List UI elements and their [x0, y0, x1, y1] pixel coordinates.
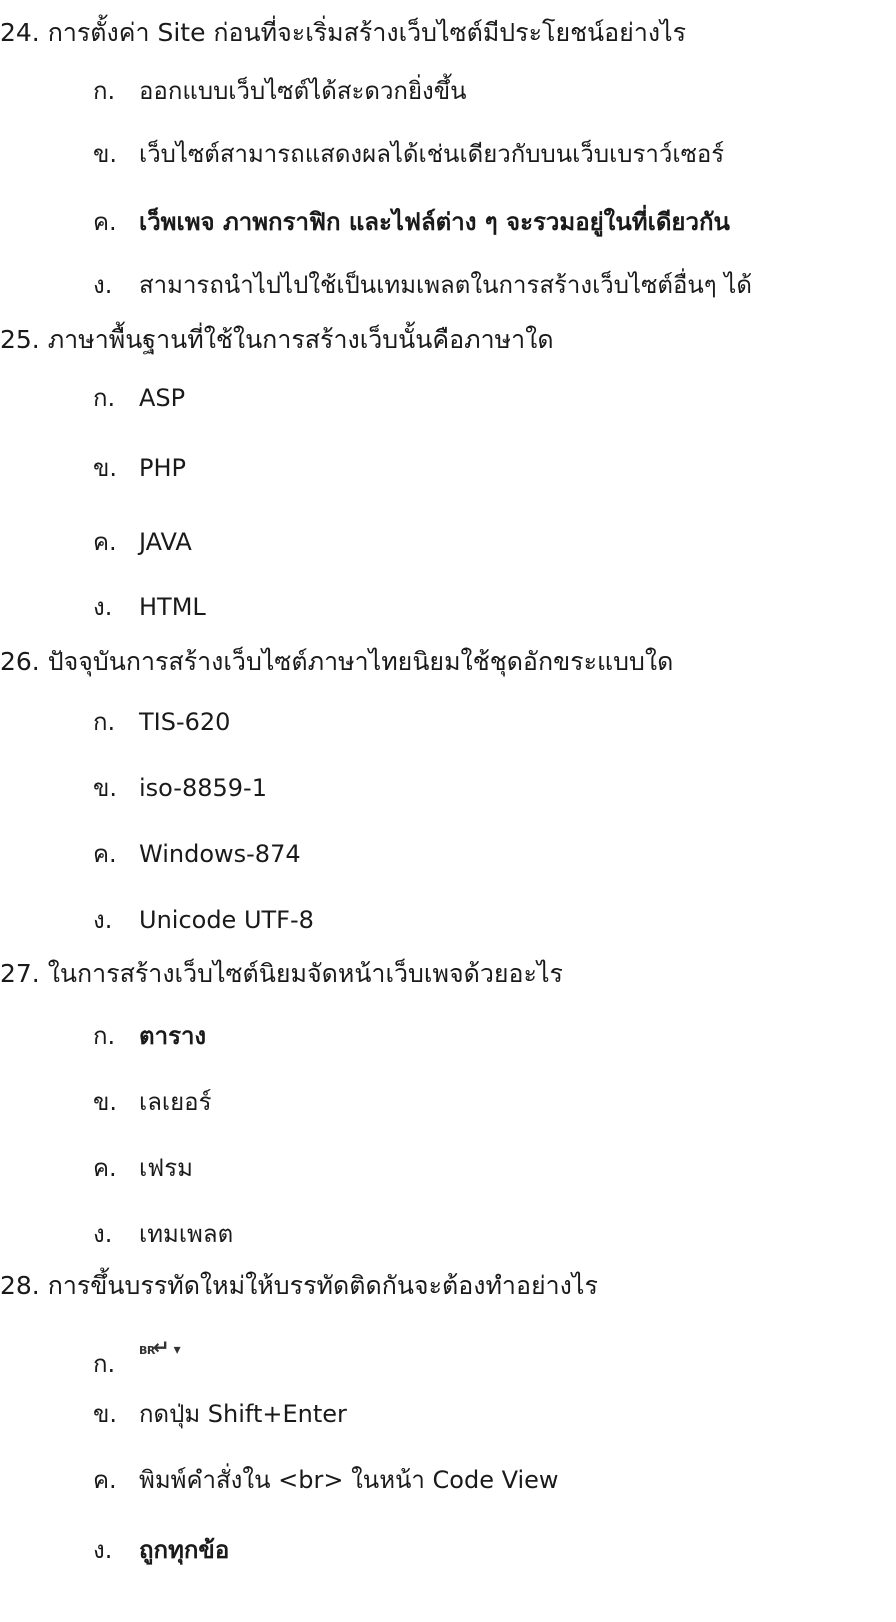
question-28: 28. การขึ้นบรรทัดใหม่ให้บรรทัดติดกันจะต้…	[0, 1271, 598, 1300]
option-marker: ก.	[93, 1350, 116, 1378]
option-text: ออกแบบเว็บไซต์ได้สะดวกยิ่งขึ้น	[139, 77, 467, 105]
option-marker: ค.	[93, 840, 117, 868]
option-marker: ค.	[93, 1154, 117, 1182]
question-27-option-b: ข. เลเยอร์	[93, 1082, 211, 1122]
option-marker: ข.	[93, 1088, 118, 1116]
question-26: 26. ปัจจุบันการสร้างเว็บไซต์ภาษาไทยนิยมใ…	[0, 647, 674, 676]
option-text: iso-8859-1	[139, 774, 267, 802]
question-26-option-b: ข. iso-8859-1	[93, 768, 267, 808]
question-28-option-a: ก. BR↵ ▾	[93, 1335, 181, 1389]
option-text: เทมเพลต	[139, 1220, 234, 1248]
option-marker: ง.	[93, 1220, 113, 1248]
option-text-answer: ตาราง	[139, 1022, 207, 1050]
option-marker: ง.	[93, 271, 113, 299]
option-marker: ข.	[93, 454, 118, 482]
option-marker: ค.	[93, 528, 117, 556]
option-text: ASP	[139, 384, 186, 412]
question-28-option-c: ค. พิมพ์คำสั่งใน <br> ในหน้า Code View	[93, 1460, 559, 1500]
option-text: กดปุ่ม Shift+Enter	[139, 1400, 347, 1428]
question-27-option-d: ง. เทมเพลต	[93, 1214, 233, 1254]
question-26-option-a: ก. TIS-620	[93, 702, 230, 742]
option-text: เฟรม	[139, 1154, 193, 1182]
question-26-option-d: ง. Unicode UTF-8	[93, 900, 314, 940]
option-marker: ข.	[93, 140, 118, 168]
question-25-option-a: ก. ASP	[93, 378, 185, 418]
question-25-option-b: ข. PHP	[93, 448, 186, 488]
option-text: Windows-874	[139, 840, 301, 868]
question-24: 24. การตั้งค่า Site ก่อนที่จะเริ่มสร้างเ…	[0, 18, 687, 47]
option-text: Unicode UTF-8	[139, 906, 314, 934]
question-28-option-b: ข. กดปุ่ม Shift+Enter	[93, 1394, 347, 1434]
question-27-option-c: ค. เฟรม	[93, 1148, 193, 1188]
option-text: JAVA	[139, 528, 192, 556]
return-arrow-icon: ↵	[152, 1335, 170, 1359]
option-text: เว็บไซต์สามารถแสดงผลได้เช่นเดียวกับบนเว็…	[139, 140, 725, 168]
option-text: HTML	[139, 593, 206, 621]
option-marker: ก.	[93, 384, 116, 412]
dropdown-caret-icon: ▾	[173, 1342, 181, 1358]
line-break-br-icon: BR↵ ▾	[139, 1326, 181, 1371]
option-marker: ง.	[93, 906, 113, 934]
option-marker: ก.	[93, 708, 116, 736]
option-marker: ง.	[93, 593, 113, 621]
question-25-option-d: ง. HTML	[93, 587, 206, 627]
question-25: 25. ภาษาพื้นฐานที่ใช้ในการสร้างเว็บนั้นค…	[0, 325, 554, 354]
question-27: 27. ในการสร้างเว็บไซต์นิยมจัดหน้าเว็บเพจ…	[0, 959, 563, 988]
option-text: TIS-620	[139, 708, 231, 736]
question-24-option-b: ข. เว็บไซต์สามารถแสดงผลได้เช่นเดียวกับบนเ…	[93, 134, 724, 174]
option-marker: ข.	[93, 774, 118, 802]
option-text: เลเยอร์	[139, 1088, 212, 1116]
option-marker: ค.	[93, 208, 117, 236]
option-text-answer: ถูกทุกข้อ	[139, 1536, 230, 1564]
option-marker: ง.	[93, 1536, 113, 1564]
option-marker: ก.	[93, 77, 116, 105]
option-text: PHP	[139, 454, 186, 482]
option-marker: ก.	[93, 1022, 116, 1050]
question-24-option-a: ก. ออกแบบเว็บไซต์ได้สะดวกยิ่งขึ้น	[93, 71, 467, 111]
option-text: พิมพ์คำสั่งใน <br> ในหน้า Code View	[139, 1466, 559, 1494]
question-26-option-c: ค. Windows-874	[93, 834, 301, 874]
option-marker: ข.	[93, 1400, 118, 1428]
question-24-option-c: ค. เว็พเพจ ภาพกราฟิก และไฟล์ต่าง ๆ จะรวมอ…	[93, 202, 730, 242]
option-text-answer: เว็พเพจ ภาพกราฟิก และไฟล์ต่าง ๆ จะรวมอยู…	[139, 208, 730, 236]
option-marker: ค.	[93, 1466, 117, 1494]
question-28-option-d: ง. ถูกทุกข้อ	[93, 1530, 229, 1570]
option-text: สามารถนำไปไปใช้เป็นเทมเพลตในการสร้างเว็บ…	[139, 271, 752, 299]
question-24-option-d: ง. สามารถนำไปไปใช้เป็นเทมเพลตในการสร้างเว…	[93, 265, 752, 305]
question-27-option-a: ก. ตาราง	[93, 1016, 206, 1056]
question-25-option-c: ค. JAVA	[93, 522, 192, 562]
